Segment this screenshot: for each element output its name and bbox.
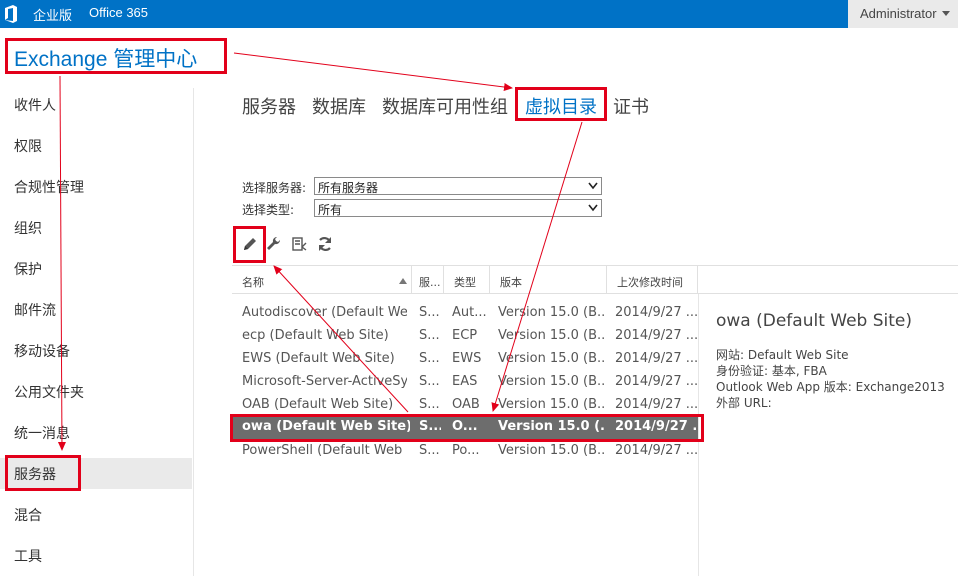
cell-type: EAS [452,374,478,389]
cell-modified: 2014/9/27 ... [615,397,697,412]
annotation-box-owa-row [230,414,704,442]
cell-type: Po... [452,443,480,458]
table-row[interactable]: EWS (Default Web Site) S... EWS Version … [232,347,698,370]
cell-version: Version 15.0 (B... [498,443,606,458]
sidebar-item-public-folders[interactable]: 公用文件夹 [0,376,192,407]
arrow-title-to-tab [233,52,513,91]
cell-server: S... [419,328,440,343]
sidebar-item-mobile[interactable]: 移动设备 [0,335,192,366]
user-name: Administrator [860,6,937,21]
detail-header-area [698,265,958,294]
chevron-down-icon [588,204,598,212]
cell-modified: 2014/9/27 ... [615,374,697,389]
user-menu[interactable]: Administrator [848,0,958,28]
server-select[interactable]: 所有服务器 [314,177,602,195]
annotation-box-servers [5,455,81,491]
edition-link[interactable]: 企业版 [33,5,72,24]
cell-type: OAB [452,397,480,412]
sidebar-item-recipients[interactable]: 收件人 [0,89,192,120]
chevron-down-icon [942,11,950,16]
tab-databases[interactable]: 数据库 [312,93,366,119]
column-header-label: 名称 [242,276,264,289]
table-row[interactable]: Autodiscover (Default We... S... Aut... … [232,301,698,324]
cell-name: PowerShell (Default Web ... [242,443,407,458]
annotation-box-title [5,38,227,74]
cell-version: Version 15.0 (B... [498,374,606,389]
cell-name: EWS (Default Web Site) [242,351,395,366]
type-select[interactable]: 所有 [314,199,602,217]
table-header: 名称 服... 类型 版本 上次修改时间 [232,265,698,294]
column-header-name[interactable]: 名称 [232,266,412,294]
cell-name: OAB (Default Web Site) [242,397,394,412]
cell-server: S... [419,374,440,389]
chevron-down-icon [588,182,598,190]
sidebar-item-unified-messaging[interactable]: 统一消息 [0,417,192,448]
cell-server: S... [419,397,440,412]
sidebar-item-tools[interactable]: 工具 [0,540,192,571]
office365-link[interactable]: Office 365 [89,5,148,20]
sidebar-item-compliance[interactable]: 合规性管理 [0,171,192,202]
type-select-value: 所有 [318,203,343,217]
table-row[interactable]: Microsoft-Server-ActiveSy... S... EAS Ve… [232,370,698,393]
detail-title: owa (Default Web Site) [716,311,913,331]
cell-modified: 2014/9/27 ... [615,305,697,320]
detail-external-url: 外部 URL: [716,396,772,410]
cell-type: ECP [452,328,478,343]
cell-name: ecp (Default Web Site) [242,328,389,343]
sidebar-item-mail-flow[interactable]: 邮件流 [0,294,192,325]
table-row[interactable]: OAB (Default Web Site) S... OAB Version … [232,393,698,416]
reset-icon[interactable] [290,234,310,254]
column-header-version[interactable]: 版本 [490,266,607,294]
cell-server: S... [419,443,440,458]
cell-modified: 2014/9/27 ... [615,443,697,458]
detail-auth: 身份验证: 基本, FBA [716,364,827,378]
server-filter-label: 选择服务器: [242,181,307,195]
cell-version: Version 15.0 (B... [498,397,606,412]
sidebar-item-protection[interactable]: 保护 [0,253,192,284]
tab-certificates[interactable]: 证书 [613,93,649,119]
refresh-icon[interactable] [315,234,335,254]
cell-server: S... [419,305,440,320]
annotation-box-edit [233,226,266,263]
wrench-icon[interactable] [264,234,284,254]
cell-version: Version 15.0 (B... [498,351,606,366]
tab-servers[interactable]: 服务器 [242,93,296,119]
cell-modified: 2014/9/27 ... [615,328,697,343]
cell-name: Autodiscover (Default We... [242,305,407,320]
sidebar-item-organization[interactable]: 组织 [0,212,192,243]
annotation-box-virtual-dir-tab [515,87,607,121]
cell-modified: 2014/9/27 ... [615,351,697,366]
cell-type: EWS [452,351,482,366]
cell-type: Aut... [452,305,486,320]
column-header-modified[interactable]: 上次修改时间 [607,266,698,294]
cell-version: Version 15.0 (B... [498,305,606,320]
sort-ascending-icon [399,278,407,284]
sidebar-item-permissions[interactable]: 权限 [0,130,192,161]
type-filter-label: 选择类型: [242,203,295,217]
cell-name: Microsoft-Server-ActiveSy... [242,374,407,389]
table-row[interactable]: PowerShell (Default Web ... S... Po... V… [232,439,698,462]
sidebar-item-hybrid[interactable]: 混合 [0,499,192,530]
sidebar-divider [193,88,194,576]
cell-version: Version 15.0 (B... [498,328,606,343]
cell-server: S... [419,351,440,366]
table-row[interactable]: ecp (Default Web Site) S... ECP Version … [232,324,698,347]
top-bar: 企业版 Office 365 Administrator [0,0,958,28]
server-select-value: 所有服务器 [318,181,379,195]
tab-dag[interactable]: 数据库可用性组 [382,93,508,119]
detail-website: 网站: Default Web Site [716,348,849,362]
detail-version: Outlook Web App 版本: Exchange2013 [716,380,945,394]
column-header-type[interactable]: 类型 [444,266,490,294]
office-logo-icon[interactable] [4,5,18,23]
column-header-server[interactable]: 服... [412,266,444,294]
